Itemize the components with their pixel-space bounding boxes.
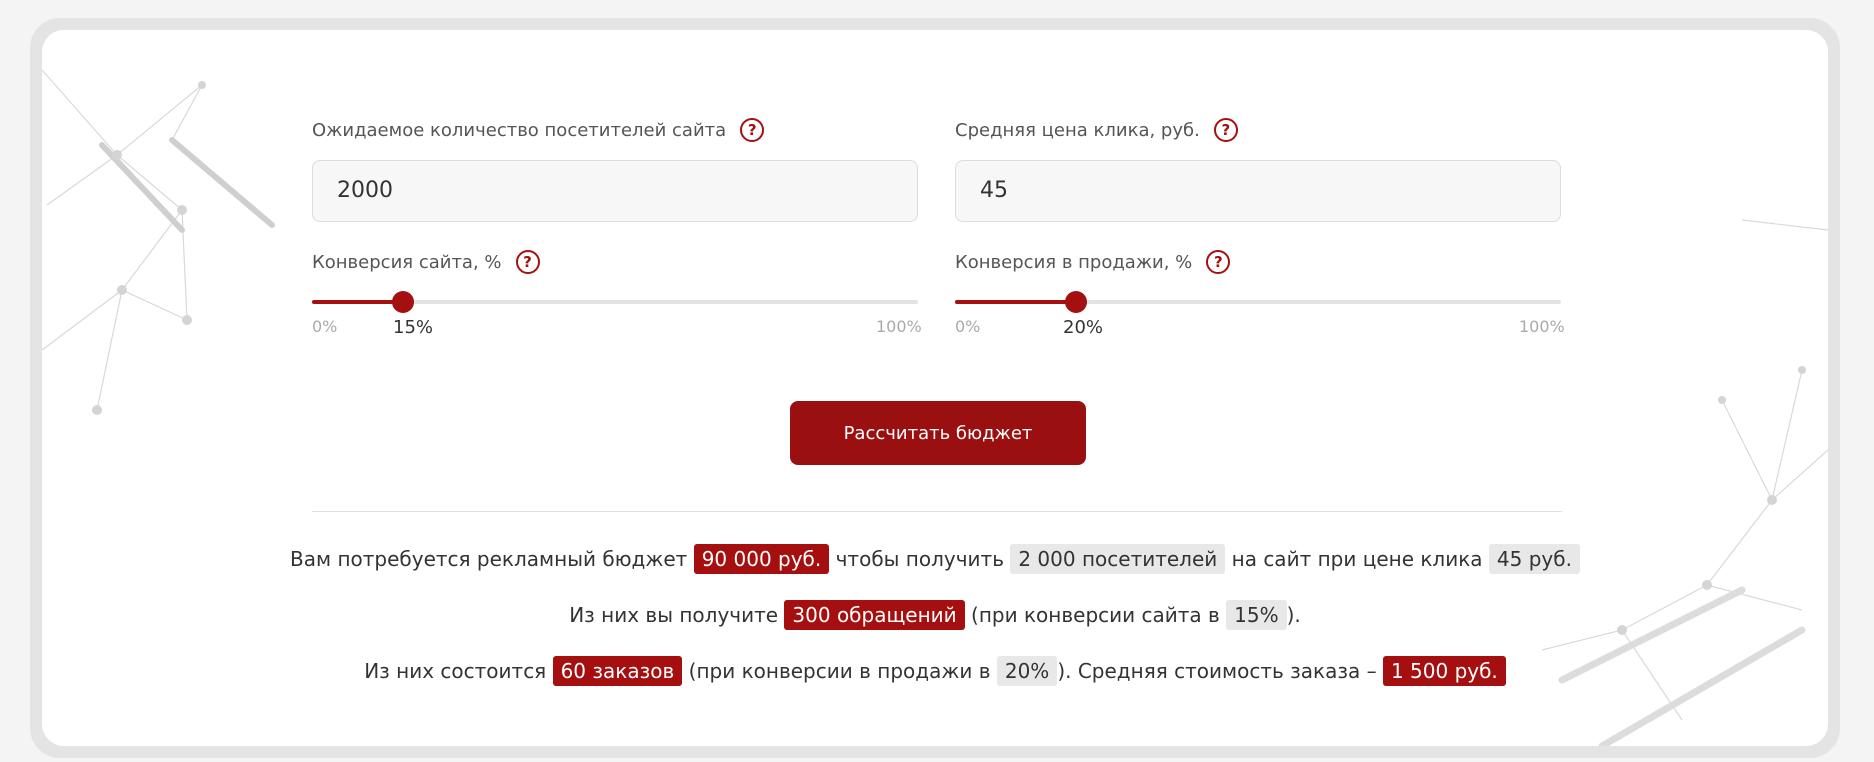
site-conversion-min-label: 0% bbox=[312, 317, 338, 336]
orders-badge: 60 заказов bbox=[552, 656, 683, 686]
result-text: (при конверсии в продажи в bbox=[688, 659, 991, 683]
click-price-badge: 45 руб. bbox=[1488, 544, 1580, 574]
sales-conversion-fill bbox=[955, 300, 1077, 304]
divider bbox=[312, 511, 1562, 512]
site-conversion-badge: 15% bbox=[1226, 600, 1287, 630]
calculator-frame: Ожидаемое количество посетителей сайта ?… bbox=[30, 18, 1840, 758]
sales-conversion-min-label: 0% bbox=[955, 317, 981, 336]
result-text: Вам потребуется рекламный бюджет bbox=[290, 547, 688, 571]
help-icon[interactable]: ? bbox=[1206, 250, 1231, 274]
result-text: чтобы получить bbox=[835, 547, 1004, 571]
visitors-field-label: Ожидаемое количество посетителей сайта ? bbox=[312, 118, 765, 142]
sales-conversion-value: 20% bbox=[1062, 317, 1104, 338]
sales-conversion-slider-thumb[interactable] bbox=[1065, 291, 1088, 313]
requests-badge: 300 обращений bbox=[784, 600, 965, 630]
result-text: (при конверсии сайта в bbox=[971, 603, 1220, 627]
click-price-field-label: Средняя цена клика, руб. ? bbox=[955, 118, 1238, 142]
result-text: ). bbox=[1286, 603, 1301, 627]
result-text: Из них вы получите bbox=[569, 603, 779, 627]
visitors-label-text: Ожидаемое количество посетителей сайта bbox=[312, 119, 727, 141]
help-icon[interactable]: ? bbox=[515, 250, 540, 274]
visitors-input[interactable]: 2000 bbox=[312, 160, 918, 222]
result-text: Из них состоится bbox=[364, 659, 547, 683]
sales-conversion-label: Конверсия в продажи, % ? bbox=[955, 250, 1231, 274]
site-conversion-slider-thumb[interactable] bbox=[391, 291, 414, 313]
site-conversion-label-text: Конверсия сайта, % bbox=[312, 251, 502, 273]
sales-conversion-label-text: Конверсия в продажи, % bbox=[955, 251, 1193, 273]
sales-conversion-slider[interactable] bbox=[955, 291, 1561, 313]
result-text: на сайт при цене клика bbox=[1231, 547, 1483, 571]
site-conversion-max-label: 100% bbox=[876, 317, 922, 336]
site-conversion-value: 15% bbox=[392, 317, 434, 338]
result-line-budget: Вам потребуется рекламный бюджет 90 000 … bbox=[42, 544, 1828, 574]
sales-conversion-max-label: 100% bbox=[1519, 317, 1565, 336]
site-conversion-fill bbox=[312, 300, 403, 304]
help-icon[interactable]: ? bbox=[740, 118, 765, 142]
visitors-badge: 2 000 посетителей bbox=[1010, 544, 1226, 574]
budget-badge: 90 000 руб. bbox=[693, 544, 830, 574]
site-conversion-label: Конверсия сайта, % ? bbox=[312, 250, 540, 274]
result-line-requests: Из них вы получите 300 обращений (при ко… bbox=[42, 600, 1828, 630]
avg-order-cost-badge: 1 500 руб. bbox=[1382, 656, 1506, 686]
result-line-orders: Из них состоится 60 заказов (при конверс… bbox=[42, 656, 1828, 686]
calculator-card: Ожидаемое количество посетителей сайта ?… bbox=[42, 30, 1828, 746]
site-conversion-slider[interactable] bbox=[312, 291, 918, 313]
sales-conversion-badge: 20% bbox=[996, 656, 1058, 686]
calculate-budget-button[interactable]: Рассчитать бюджет bbox=[790, 401, 1086, 465]
click-price-input[interactable]: 45 bbox=[955, 160, 1561, 222]
result-text: ). Средняя стоимость заказа – bbox=[1057, 659, 1377, 683]
help-icon[interactable]: ? bbox=[1213, 118, 1238, 142]
click-price-label-text: Средняя цена клика, руб. bbox=[955, 119, 1200, 141]
